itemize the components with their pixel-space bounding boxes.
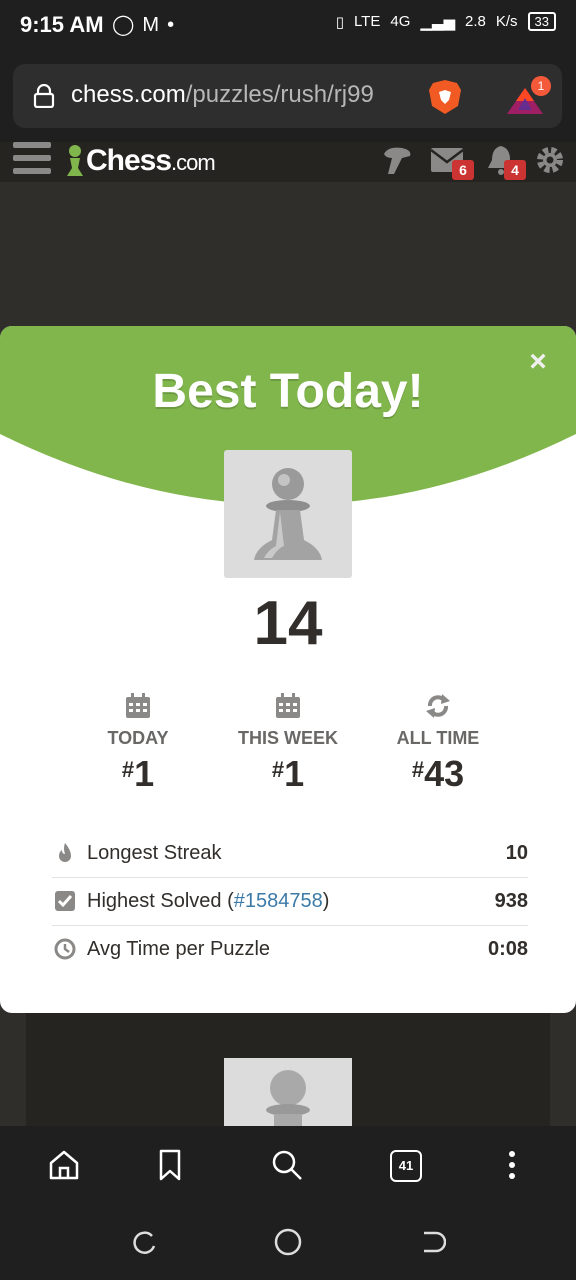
speed-unit: K/s <box>495 13 518 30</box>
signal-icon: ▁▃▅ <box>420 13 455 31</box>
rank-all-time-label: ALL TIME <box>396 728 480 748</box>
battery-indicator: 33 <box>527 12 556 31</box>
site-header: Chess.com 6 4 <box>0 142 576 182</box>
chess-com-logo[interactable]: Chess.com <box>64 142 216 180</box>
rank-all-time-value: #43 <box>411 753 465 794</box>
stat-highest-solved: Highest Solved (#1584758) 938 <box>52 878 528 926</box>
clock-icon <box>54 938 76 960</box>
lte-label: LTE <box>353 13 381 30</box>
home-nav-icon[interactable] <box>274 1228 302 1256</box>
stat-label: Longest Streak <box>87 842 222 864</box>
hamburger-menu-icon[interactable] <box>13 142 51 176</box>
settings-gear-icon[interactable] <box>534 144 566 176</box>
search-icon[interactable] <box>270 1148 304 1182</box>
brave-shield-icon[interactable] <box>427 78 463 116</box>
dot-icon: • <box>167 14 183 36</box>
puzzle-link[interactable]: #1584758 <box>234 890 323 912</box>
speed-value: 2.8 <box>464 13 486 30</box>
messages-badge: 6 <box>452 160 474 180</box>
rank-this-week-label: THIS WEEK <box>237 728 338 748</box>
stat-label: Highest Solved (#1584758) <box>87 890 330 912</box>
background-pawn-tile <box>224 1058 352 1126</box>
calendar-icon <box>276 693 300 718</box>
background-pawn-icon <box>266 1070 310 1126</box>
network-gen-label: 4G <box>390 13 411 30</box>
bookmark-icon[interactable] <box>153 1148 187 1182</box>
play-tips-icon[interactable] <box>380 144 414 176</box>
stat-avg-time: Avg Time per Puzzle 0:08 <box>52 926 528 973</box>
pawn-avatar <box>224 450 352 578</box>
url-path: /puzzles/rush/rj99 <box>185 81 374 108</box>
url-text[interactable]: chess.com/puzzles/rush/rj99 <box>71 81 374 109</box>
logo-pawn-icon <box>67 145 83 176</box>
recent-apps-icon[interactable] <box>130 1228 158 1256</box>
stat-longest-streak: Longest Streak 10 <box>52 830 528 878</box>
rank-this-week: THIS WEEK #1 <box>213 692 363 795</box>
status-time: 9:15 AM <box>20 12 104 37</box>
modal-title: Best Today! <box>152 365 424 418</box>
rank-all-time: ALL TIME #43 <box>363 692 513 795</box>
rank-today: TODAY #1 <box>63 692 213 795</box>
address-bar[interactable]: chess.com/puzzles/rush/rj99 1 <box>13 64 562 128</box>
android-navigation-bar <box>0 1204 576 1280</box>
back-nav-icon[interactable] <box>418 1228 446 1256</box>
flame-icon <box>59 843 71 862</box>
stat-label: Avg Time per Puzzle <box>87 938 271 960</box>
status-right: ▯ LTE 4G ▁▃▅ 2.8 K/s 33 <box>336 12 556 31</box>
refresh-icon <box>426 694 450 718</box>
best-today-modal: × Best Today! 14 TODAY #1 THIS WEEK #1 A… <box>0 326 576 1013</box>
browser-bottom-bar: 41 <box>0 1126 576 1205</box>
rank-today-value: #1 <box>121 753 155 794</box>
calendar-icon <box>126 693 150 718</box>
tabs-button[interactable]: 41 <box>390 1150 422 1182</box>
stat-value: 10 <box>505 842 528 864</box>
url-domain: chess.com <box>71 81 186 108</box>
notifications-badge: 4 <box>504 160 526 180</box>
rank-today-label: TODAY <box>107 728 169 748</box>
notification-icons: ◯M• <box>112 12 182 37</box>
rank-this-week-value: #1 <box>271 753 305 794</box>
stats-list: Longest Streak 10 Highest Solved (#15847… <box>52 830 528 973</box>
home-icon[interactable] <box>47 1148 81 1182</box>
status-bar: 9:15 AM ◯M• ▯ LTE 4G ▁▃▅ 2.8 K/s 33 <box>0 0 576 52</box>
checkbox-icon <box>55 891 75 911</box>
pawn-icon <box>254 468 322 560</box>
stat-value: 0:08 <box>487 938 528 960</box>
gmail-icon: M <box>142 14 168 36</box>
browser-toolbar: chess.com/puzzles/rush/rj99 1 <box>0 52 576 142</box>
vibrate-icon: ▯ <box>335 13 344 31</box>
whatsapp-icon: ◯ <box>112 14 143 36</box>
lock-icon <box>33 84 55 108</box>
score-value: 14 <box>253 589 323 658</box>
more-menu-icon[interactable] <box>495 1148 529 1182</box>
logo-text: Chess.com <box>86 144 216 177</box>
rewards-badge: 1 <box>531 76 551 96</box>
stat-value: 938 <box>494 890 528 912</box>
